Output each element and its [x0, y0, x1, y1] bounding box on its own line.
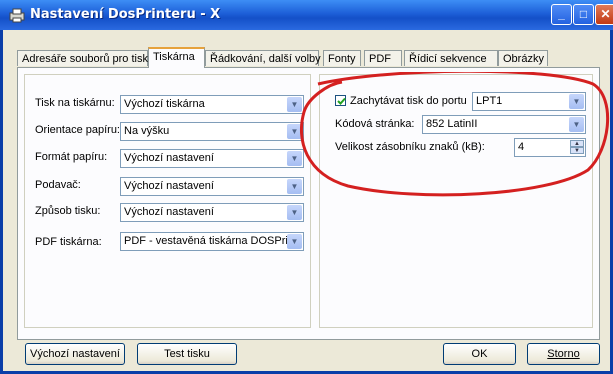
paper-format-select[interactable]: Výchozí nastavení ▼: [120, 149, 304, 168]
printer-settings-group: Tisk na tiskárnu: Výchozí tiskárna ▼ Orie…: [24, 74, 311, 328]
print-mode-value: Výchozí nastavení: [124, 206, 214, 218]
chevron-down-icon[interactable]: ▼: [287, 234, 302, 249]
codepage-select[interactable]: 852 LatinII ▼: [422, 115, 586, 134]
print-mode-label: Způsob tisku:: [35, 205, 101, 217]
tab-printer-label: Tiskárna: [153, 51, 195, 63]
tab-images[interactable]: Obrázky: [498, 50, 548, 66]
orientation-select[interactable]: Na výšku ▼: [120, 122, 304, 141]
feeder-select[interactable]: Výchozí nastavení ▼: [120, 177, 304, 196]
checkmark-icon: [337, 97, 346, 105]
tab-line-spacing-label: Řádkování, další volby: [210, 53, 321, 65]
buffer-size-value: 4: [518, 141, 525, 153]
close-button[interactable]: ✕: [595, 4, 613, 25]
pdf-printer-label: PDF tiskárna:: [35, 236, 102, 248]
port-select[interactable]: LPT1 ▼: [472, 92, 586, 111]
cancel-button-label: Storno: [547, 348, 580, 360]
tab-directories-label: Adresáře souborů pro tisk: [22, 53, 148, 65]
chevron-down-icon[interactable]: ▼: [287, 97, 302, 112]
tab-fonts-label: Fonty: [328, 53, 356, 65]
feeder-value: Výchozí nastavení: [124, 180, 214, 192]
defaults-button[interactable]: Výchozí nastavení: [25, 343, 125, 365]
codepage-label: Kódová stránka:: [335, 118, 415, 130]
printer-select[interactable]: Výchozí tiskárna ▼: [120, 95, 304, 114]
printer-label: Tisk na tiskárnu:: [35, 97, 115, 109]
tab-printer[interactable]: Tiskárna: [148, 47, 205, 68]
chevron-down-icon[interactable]: ▼: [287, 179, 302, 194]
paper-format-label: Formát papíru:: [35, 151, 108, 163]
tab-directories[interactable]: Adresáře souborů pro tisk: [17, 50, 148, 66]
title-bar[interactable]: Nastavení DosPrinteru - X _ □ ✕: [0, 0, 613, 30]
tab-images-label: Obrázky: [503, 53, 544, 65]
capture-label: Zachytávat tisk do portu: [350, 95, 467, 107]
spinner[interactable]: ▲ ▼: [570, 140, 584, 155]
chevron-down-icon[interactable]: ▼: [287, 124, 302, 139]
tab-line-spacing[interactable]: Řádkování, další volby: [205, 50, 321, 66]
chevron-down-icon[interactable]: ▼: [287, 151, 302, 166]
port-value: LPT1: [476, 95, 503, 107]
orientation-label: Orientace papíru:: [35, 124, 120, 136]
pdf-printer-value: PDF - vestavěná tiskárna DOSPrin: [124, 235, 294, 247]
orientation-value: Na výšku: [124, 125, 170, 137]
printer-icon: [9, 8, 25, 23]
tab-pdf-label: PDF: [369, 53, 391, 65]
maximize-button[interactable]: □: [573, 4, 594, 25]
paper-format-value: Výchozí nastavení: [124, 152, 214, 164]
port-capture-group: Zachytávat tisk do portu LPT1 ▼ Kódová st…: [319, 74, 593, 328]
spin-down-icon[interactable]: ▼: [570, 147, 584, 154]
buffer-size-label: Velikost zásobníku znaků (kB):: [335, 141, 485, 153]
test-print-button[interactable]: Test tisku: [137, 343, 237, 365]
spin-up-icon[interactable]: ▲: [570, 140, 584, 147]
print-mode-select[interactable]: Výchozí nastavení ▼: [120, 203, 304, 222]
capture-checkbox[interactable]: [335, 95, 346, 106]
window-title: Nastavení DosPrinteru - X: [30, 7, 221, 22]
tab-pdf[interactable]: PDF: [364, 50, 402, 66]
cancel-button[interactable]: Storno: [527, 343, 600, 365]
chevron-down-icon[interactable]: ▼: [569, 94, 584, 109]
printer-value: Výchozí tiskárna: [124, 98, 205, 110]
pdf-printer-select[interactable]: PDF - vestavěná tiskárna DOSPrin ▼: [120, 232, 304, 251]
ok-button[interactable]: OK: [443, 343, 516, 365]
tab-fonts[interactable]: Fonty: [323, 50, 361, 66]
tab-control-sequences-label: Řídicí sekvence: [409, 53, 487, 65]
feeder-label: Podavač:: [35, 179, 81, 191]
minimize-button[interactable]: _: [551, 4, 572, 25]
tab-control-sequences[interactable]: Řídicí sekvence: [404, 50, 498, 66]
chevron-down-icon[interactable]: ▼: [569, 117, 584, 132]
chevron-down-icon[interactable]: ▼: [287, 205, 302, 220]
codepage-value: 852 LatinII: [426, 118, 478, 130]
buffer-size-stepper[interactable]: 4 ▲ ▼: [514, 138, 586, 157]
